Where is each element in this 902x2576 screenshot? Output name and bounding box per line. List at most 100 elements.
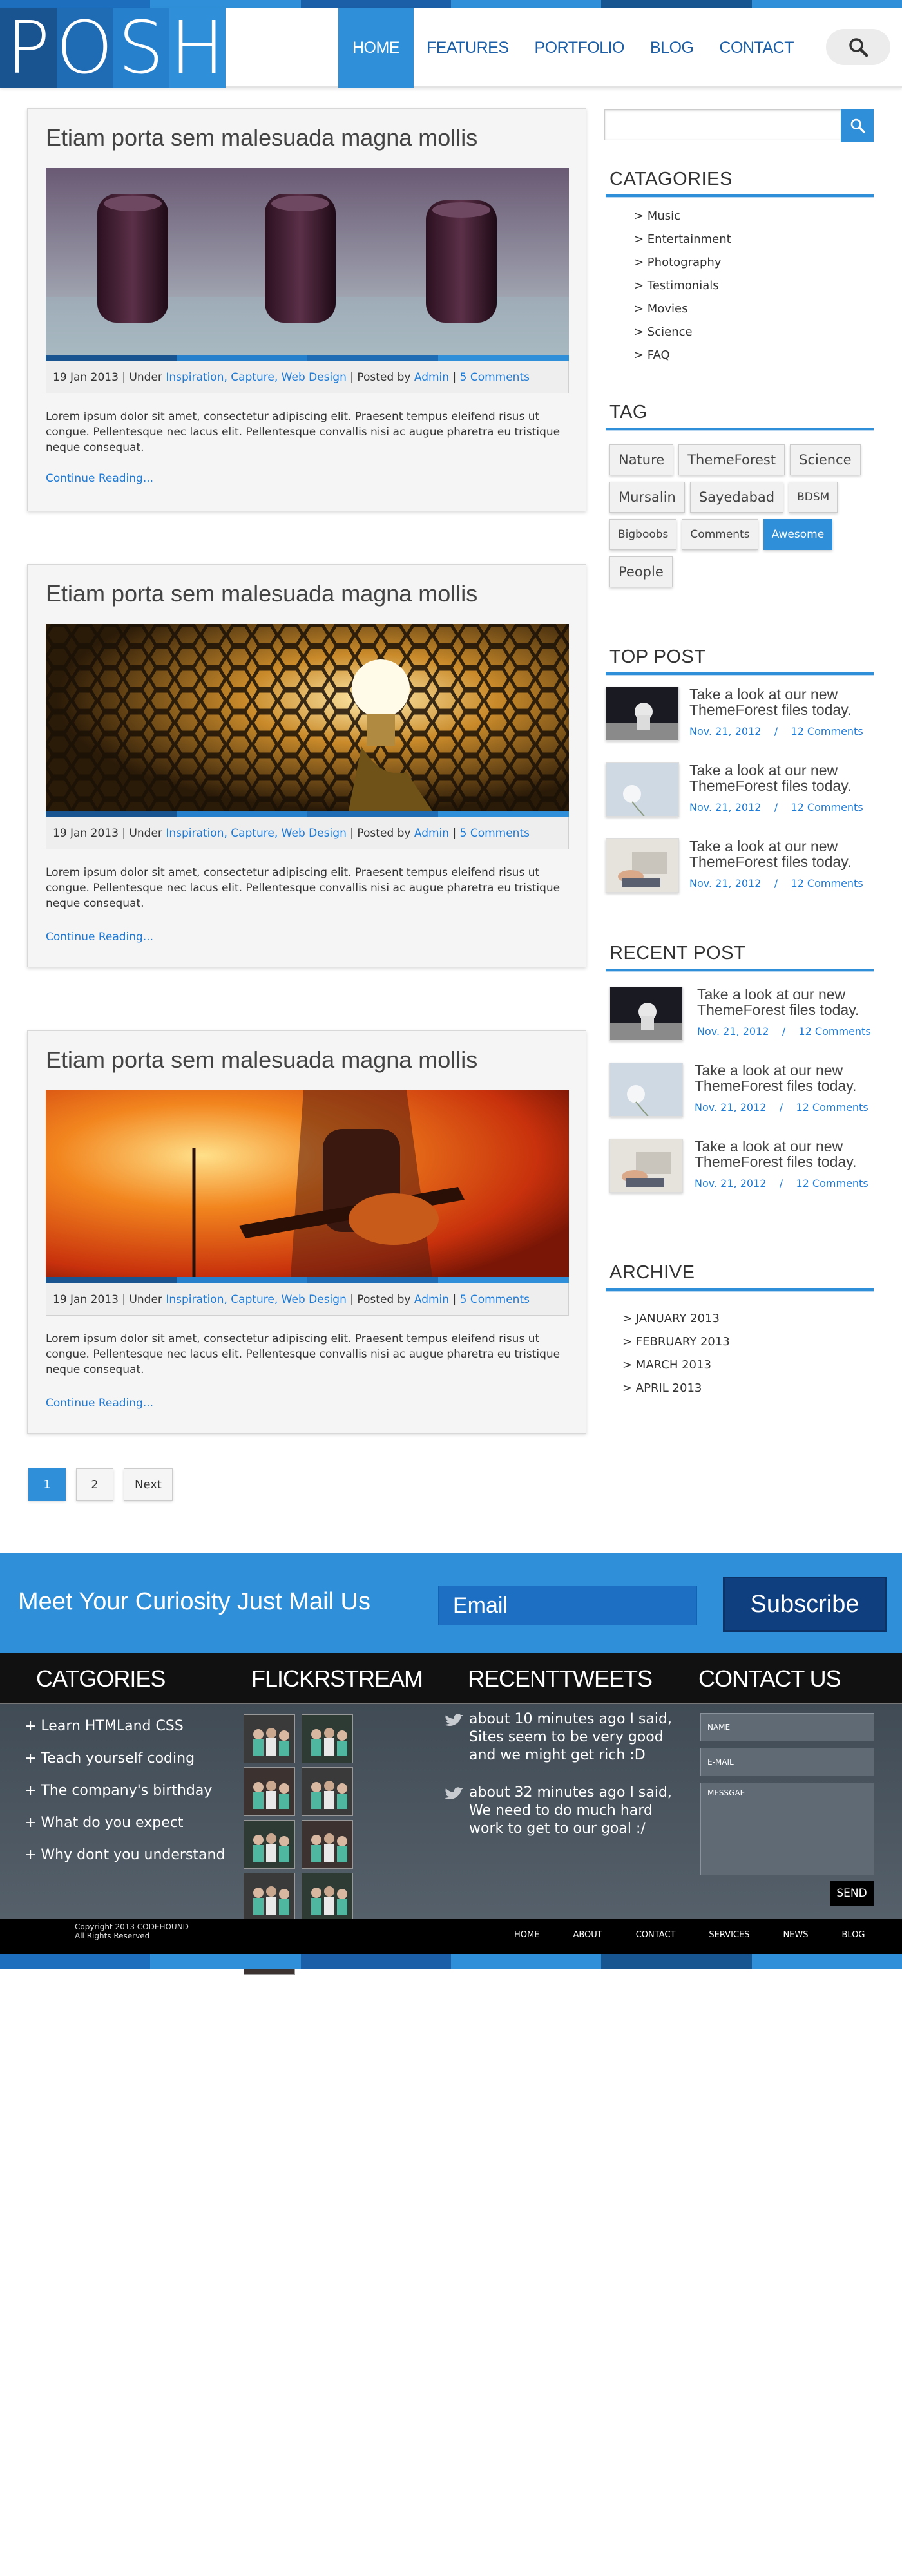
- tag-item-active[interactable]: Awesome: [763, 519, 833, 550]
- category-item[interactable]: > Entertainment: [634, 228, 731, 251]
- top-post-item[interactable]: Take a look at our new ThemeForest files…: [606, 687, 874, 751]
- site-logo[interactable]: P O S H: [0, 6, 225, 90]
- post-comments-link[interactable]: 5 Comments: [460, 371, 530, 384]
- page-1-button[interactable]: 1: [28, 1468, 66, 1501]
- nav-portfolio[interactable]: PORTFOLIO: [522, 8, 638, 88]
- flickr-photo[interactable]: [302, 1820, 353, 1869]
- thumb-astronaut: [606, 687, 678, 740]
- tag-item[interactable]: Science: [790, 444, 861, 475]
- strip-segment: [450, 1954, 602, 1969]
- contact-email-input[interactable]: E-MAIL: [700, 1748, 874, 1776]
- footer-nav-blog[interactable]: BLOG: [842, 1930, 865, 1940]
- post-comments-link[interactable]: 5 Comments: [460, 1293, 530, 1306]
- archive-item[interactable]: > JANUARY 2013: [622, 1307, 730, 1331]
- continue-reading-link[interactable]: Continue Reading...: [46, 1397, 153, 1410]
- next-page-button[interactable]: Next: [124, 1468, 173, 1501]
- footer-nav-news[interactable]: NEWS: [783, 1930, 808, 1940]
- tag-item[interactable]: Mursalin: [609, 482, 685, 513]
- post-comments-link[interactable]: 5 Comments: [460, 827, 530, 840]
- footer-category-item[interactable]: + Learn HTMLand CSS: [24, 1710, 225, 1743]
- footer-category-item[interactable]: + Why dont you understand: [24, 1839, 225, 1871]
- top-post-item[interactable]: Take a look at our new ThemeForest files…: [606, 762, 874, 827]
- continue-reading-link[interactable]: Continue Reading...: [46, 472, 153, 485]
- post-thumbnail: [606, 838, 679, 893]
- post-title[interactable]: Etiam porta sem malesuada magna mollis: [46, 580, 477, 607]
- bar-segment: [177, 355, 307, 361]
- recent-post-item[interactable]: Take a look at our new ThemeForest files…: [606, 987, 874, 1051]
- post-comments-link[interactable]: 12 Comments: [791, 801, 863, 813]
- post-categories-link[interactable]: Inspiration, Capture, Web Design: [166, 371, 347, 384]
- post-excerpt: Lorem ipsum dolor sit amet, consectetur …: [46, 866, 561, 910]
- post-color-bar: [46, 1277, 569, 1283]
- post-author-link[interactable]: Admin: [414, 827, 449, 840]
- post-image[interactable]: [46, 168, 569, 355]
- strip-segment: [150, 1954, 301, 1969]
- post-categories-link[interactable]: Inspiration, Capture, Web Design: [166, 1293, 347, 1306]
- footer-contact-title: CONTACT US: [698, 1665, 841, 1692]
- category-item[interactable]: > Science: [634, 321, 731, 344]
- flickr-photo[interactable]: [302, 1714, 353, 1763]
- category-item[interactable]: > Movies: [634, 298, 731, 321]
- post-image[interactable]: [46, 624, 569, 811]
- post-categories-link[interactable]: Inspiration, Capture, Web Design: [166, 827, 347, 840]
- flickr-photo[interactable]: [244, 1873, 295, 1922]
- post-comments-link[interactable]: 12 Comments: [796, 1177, 868, 1189]
- nav-home[interactable]: HOME: [338, 8, 414, 88]
- category-item[interactable]: > Testimonials: [634, 274, 731, 298]
- post-comments-link[interactable]: 12 Comments: [791, 725, 863, 737]
- archive-item[interactable]: > MARCH 2013: [622, 1354, 730, 1377]
- category-item[interactable]: > Music: [634, 205, 731, 228]
- contact-name-input[interactable]: NAME: [700, 1713, 874, 1741]
- continue-reading-link[interactable]: Continue Reading...: [46, 931, 153, 943]
- recent-post-item[interactable]: Take a look at our new ThemeForest files…: [606, 1063, 874, 1127]
- contact-message-textarea[interactable]: MESSGAE: [700, 1783, 874, 1875]
- subscribe-email-input[interactable]: Email: [438, 1586, 697, 1625]
- sidebar-search-button[interactable]: [841, 109, 874, 142]
- footer-category-item[interactable]: + Teach yourself coding: [24, 1743, 225, 1775]
- post-author-link[interactable]: Admin: [414, 371, 449, 384]
- nav-features[interactable]: FEATURES: [414, 8, 522, 88]
- sidebar-search-input[interactable]: [604, 109, 874, 140]
- footer-category-item[interactable]: + What do you expect: [24, 1807, 225, 1839]
- archive-item[interactable]: > APRIL 2013: [622, 1377, 730, 1400]
- recent-post-item[interactable]: Take a look at our new ThemeForest files…: [606, 1139, 874, 1203]
- footer-tweets-title: RECENTTWEETS: [468, 1665, 653, 1692]
- flickr-photo-image: [302, 1821, 352, 1868]
- post-image[interactable]: [46, 1090, 569, 1277]
- nav-contact[interactable]: CONTACT: [707, 8, 807, 88]
- post-comments-link[interactable]: 12 Comments: [796, 1101, 868, 1113]
- footer-nav-home[interactable]: HOME: [514, 1930, 539, 1940]
- post-comments-link[interactable]: 12 Comments: [798, 1025, 870, 1037]
- nav-blog[interactable]: BLOG: [637, 8, 706, 88]
- flickr-photo[interactable]: [302, 1873, 353, 1922]
- post-comments-link[interactable]: 12 Comments: [791, 877, 863, 889]
- category-item[interactable]: > FAQ: [634, 344, 731, 367]
- tag-item[interactable]: ThemeForest: [678, 444, 785, 475]
- post-title[interactable]: Etiam porta sem malesuada magna mollis: [46, 1046, 477, 1074]
- post-color-bar: [46, 355, 569, 361]
- page-2-button[interactable]: 2: [76, 1468, 113, 1501]
- tag-item[interactable]: People: [609, 556, 673, 587]
- footer-nav-contact[interactable]: CONTACT: [636, 1930, 676, 1940]
- tag-item[interactable]: BDSM: [789, 482, 838, 513]
- top-post-item[interactable]: Take a look at our new ThemeForest files…: [606, 838, 874, 903]
- contact-send-button[interactable]: SEND: [830, 1881, 874, 1906]
- tag-item[interactable]: Comments: [682, 519, 758, 550]
- subscribe-button[interactable]: Subscribe: [723, 1577, 887, 1632]
- tag-item[interactable]: Bigboobs: [609, 519, 677, 550]
- footer-nav-about[interactable]: ABOUT: [573, 1930, 602, 1940]
- flickr-photo[interactable]: [244, 1767, 295, 1816]
- category-item[interactable]: > Photography: [634, 251, 731, 274]
- post-author-link[interactable]: Admin: [414, 1293, 449, 1306]
- footer-nav-services[interactable]: SERVICES: [709, 1930, 749, 1940]
- tag-item[interactable]: Sayedabad: [689, 482, 784, 513]
- post-title[interactable]: Etiam porta sem malesuada magna mollis: [46, 124, 477, 151]
- flickr-photo[interactable]: [302, 1767, 353, 1816]
- posted-by-label: Posted by: [357, 826, 411, 840]
- footer-category-item[interactable]: + The company's birthday: [24, 1775, 225, 1807]
- tag-item[interactable]: Nature: [609, 444, 674, 475]
- header-search-button[interactable]: [826, 29, 890, 65]
- archive-item[interactable]: > FEBRUARY 2013: [622, 1331, 730, 1354]
- flickr-photo[interactable]: [244, 1714, 295, 1763]
- flickr-photo[interactable]: [244, 1820, 295, 1869]
